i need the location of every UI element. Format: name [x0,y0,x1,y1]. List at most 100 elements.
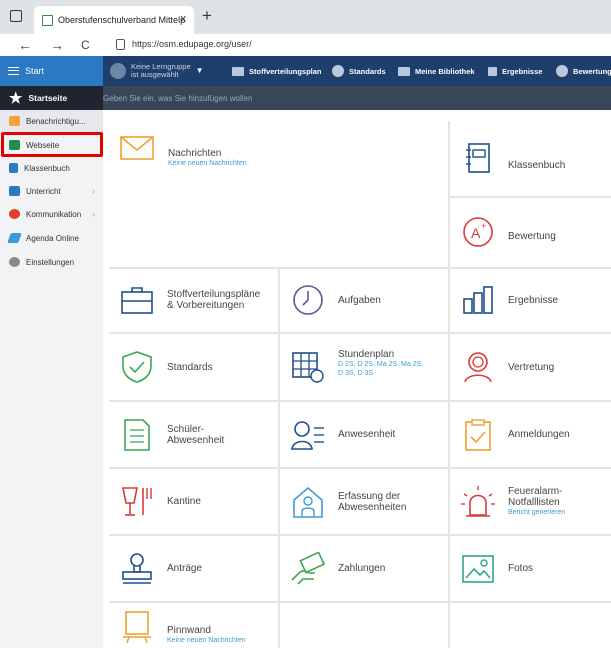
sidebar-item-label: Einstellungen [26,257,75,267]
svg-text:+: + [481,221,486,231]
tile-grid: Nachrichten Keine neuen Nachrichten Klas… [109,121,611,648]
payment-hand-icon [291,552,326,585]
tile-sublabel-line2: D 3S, D 3S [338,370,374,377]
back-button[interactable]: ← [18,37,32,53]
tile-sublabel: Keine neuen Nachrichten [167,637,246,644]
sidebar-item-label: Webseite [26,140,60,150]
tile-label: Nachrichten [168,148,222,159]
tile-stundenplan[interactable]: Stundenplan D 2S, D 2S, Ma 2S, Ma 2S, D … [280,334,448,400]
group-selector[interactable]: Keine Lerngruppe ist ausgewählt ▼ [110,56,204,86]
quick-add-search[interactable]: Geben Sie ein, was Sie hinzufügen wollen [103,86,611,110]
sidebar-item-label: Klassenbuch [24,163,70,173]
start-label: Start [25,66,45,76]
tile-standards[interactable]: Standards [109,334,278,400]
stamp-icon [122,553,152,584]
tile-sublabel: Keine neuen Nachrichten [168,160,247,167]
home-icon [9,140,20,150]
topbar-item-label: Ergebnisse [502,66,543,76]
topbar-stoffverteilungsplan[interactable]: Stoffverteilungsplan [232,56,322,86]
app-top-bar: Start Keine Lerngruppe ist ausgewählt ▼ … [0,56,611,86]
photo-icon [462,555,494,583]
tile-kantine[interactable]: Kantine [109,469,278,534]
topbar-item-label: Bewertung [573,66,611,76]
topbar-bewertung[interactable]: Bewertung [556,56,611,86]
tile-label: Aufgaben [338,295,381,306]
house-person-icon [293,486,323,518]
tile-antraege[interactable]: Anträge [109,536,278,601]
clock-icon [293,285,323,315]
new-tab-button[interactable]: + [202,6,212,26]
url-field[interactable]: https://osm.edupage.org/user/ [132,39,252,49]
browser-tab[interactable]: Oberstufenschulverband Mittelp x [34,6,194,34]
tile-label: Klassenbuch [508,160,566,171]
topbar-item-label: Meine Bibliothek [415,66,475,76]
envelope-icon [9,116,20,126]
sidebar-item-einstellungen[interactable]: Einstellungen [0,251,103,273]
library-icon [398,66,410,76]
tile-label: Bewertung [508,231,556,242]
tile-bewertung[interactable]: A + Bewertung [450,198,611,267]
pencil-icon [7,233,22,243]
bar-chart-icon [488,66,497,76]
tile-erfassung-abwesenheiten[interactable]: Erfassung der Abwesenheiten [280,469,448,534]
sidebar-item-benachrichtigungen[interactable]: Benachrichtigu... [0,110,103,132]
lock-icon[interactable] [116,39,125,50]
tile-label: Anmeldungen [508,429,570,440]
person-list-icon [291,421,324,450]
edupage-favicon-icon [42,14,53,26]
sidebar-item-unterricht[interactable]: Unterricht › [0,180,103,202]
alarm-light-icon [461,486,495,517]
sidebar-item-agenda-online[interactable]: Agenda Online [0,227,103,249]
tile-label-line2: Abwesenheiten [338,502,407,513]
topbar-meine-bibliothek[interactable]: Meine Bibliothek [398,56,475,86]
tile-label: Anwesenheit [338,429,396,440]
tile-klassenbuch[interactable]: Klassenbuch [450,121,611,196]
clipboard-check-icon [465,419,491,451]
sidebar-item-label: Benachrichtigu... [26,116,86,126]
tile-anmeldungen[interactable]: Anmeldungen [450,402,611,467]
tile-zahlungen[interactable]: Zahlungen [280,536,448,601]
tile-label: Stundenplan [338,349,395,360]
tile-fotos[interactable]: Fotos [450,536,611,601]
tile-ergebnisse[interactable]: Ergebnisse [450,269,611,332]
plan-icon [232,66,244,76]
tile-empty [450,603,611,648]
shield-check-icon [122,351,152,383]
tile-schueler-abwesenheit[interactable]: Schüler- Abwesenheit [109,402,278,467]
sidebar-item-label: Agenda Online [26,233,79,243]
tile-feueralarm[interactable]: Feueralarm- Notfalllisten Bericht generi… [450,469,611,534]
tile-vertretung[interactable]: Vertretung [450,334,611,400]
sidebar-item-kommunikation[interactable]: Kommunikation › [0,203,103,225]
notebook-icon [466,143,490,173]
tile-aufgaben[interactable]: Aufgaben [280,269,448,332]
search-placeholder: Geben Sie ein, was Sie hinzufügen wollen [103,93,253,103]
tile-empty [280,603,448,648]
tile-anwesenheit[interactable]: Anwesenheit [280,402,448,467]
tile-sublabel: Bericht generieren [508,509,566,516]
tile-pinnwand[interactable]: Pinnwand Keine neuen Nachrichten [109,603,278,648]
chevron-down-icon: ▼ [195,66,204,75]
sidebar-home-label: Startseite [28,93,68,103]
attendance-sheet-icon [124,419,150,451]
forward-button[interactable]: → [50,37,64,53]
topbar-item-label: Stoffverteilungsplan [249,66,322,76]
grade-a-plus-icon: A + [463,217,493,247]
sidebar-item-webseite[interactable]: Webseite [0,134,103,156]
substitute-person-icon [464,352,492,383]
tab-close-icon[interactable]: x [181,13,187,25]
topbar-standards[interactable]: Standards [332,56,386,86]
start-menu-button[interactable]: Start [0,56,103,86]
pinboard-icon [123,611,151,643]
tile-label: Pinnwand [167,625,211,636]
window-menu-icon[interactable] [10,10,22,22]
tile-label: Anträge [167,563,203,574]
topbar-ergebnisse[interactable]: Ergebnisse [488,56,542,86]
sidebar-item-startseite[interactable]: ★ Startseite [0,86,103,110]
tile-stoffverteilungsplaene[interactable]: Stoffverteilungspläne & Vorbereitungen [109,269,278,332]
group-line2: ist ausgewählt [131,70,179,79]
tile-label-line1: Feueralarm- [508,486,563,497]
sidebar-item-klassenbuch[interactable]: Klassenbuch [0,157,103,179]
glass-cutlery-icon [122,487,152,516]
reload-button[interactable]: C [81,38,90,52]
tile-nachrichten[interactable]: Nachrichten Keine neuen Nachrichten [109,121,448,267]
